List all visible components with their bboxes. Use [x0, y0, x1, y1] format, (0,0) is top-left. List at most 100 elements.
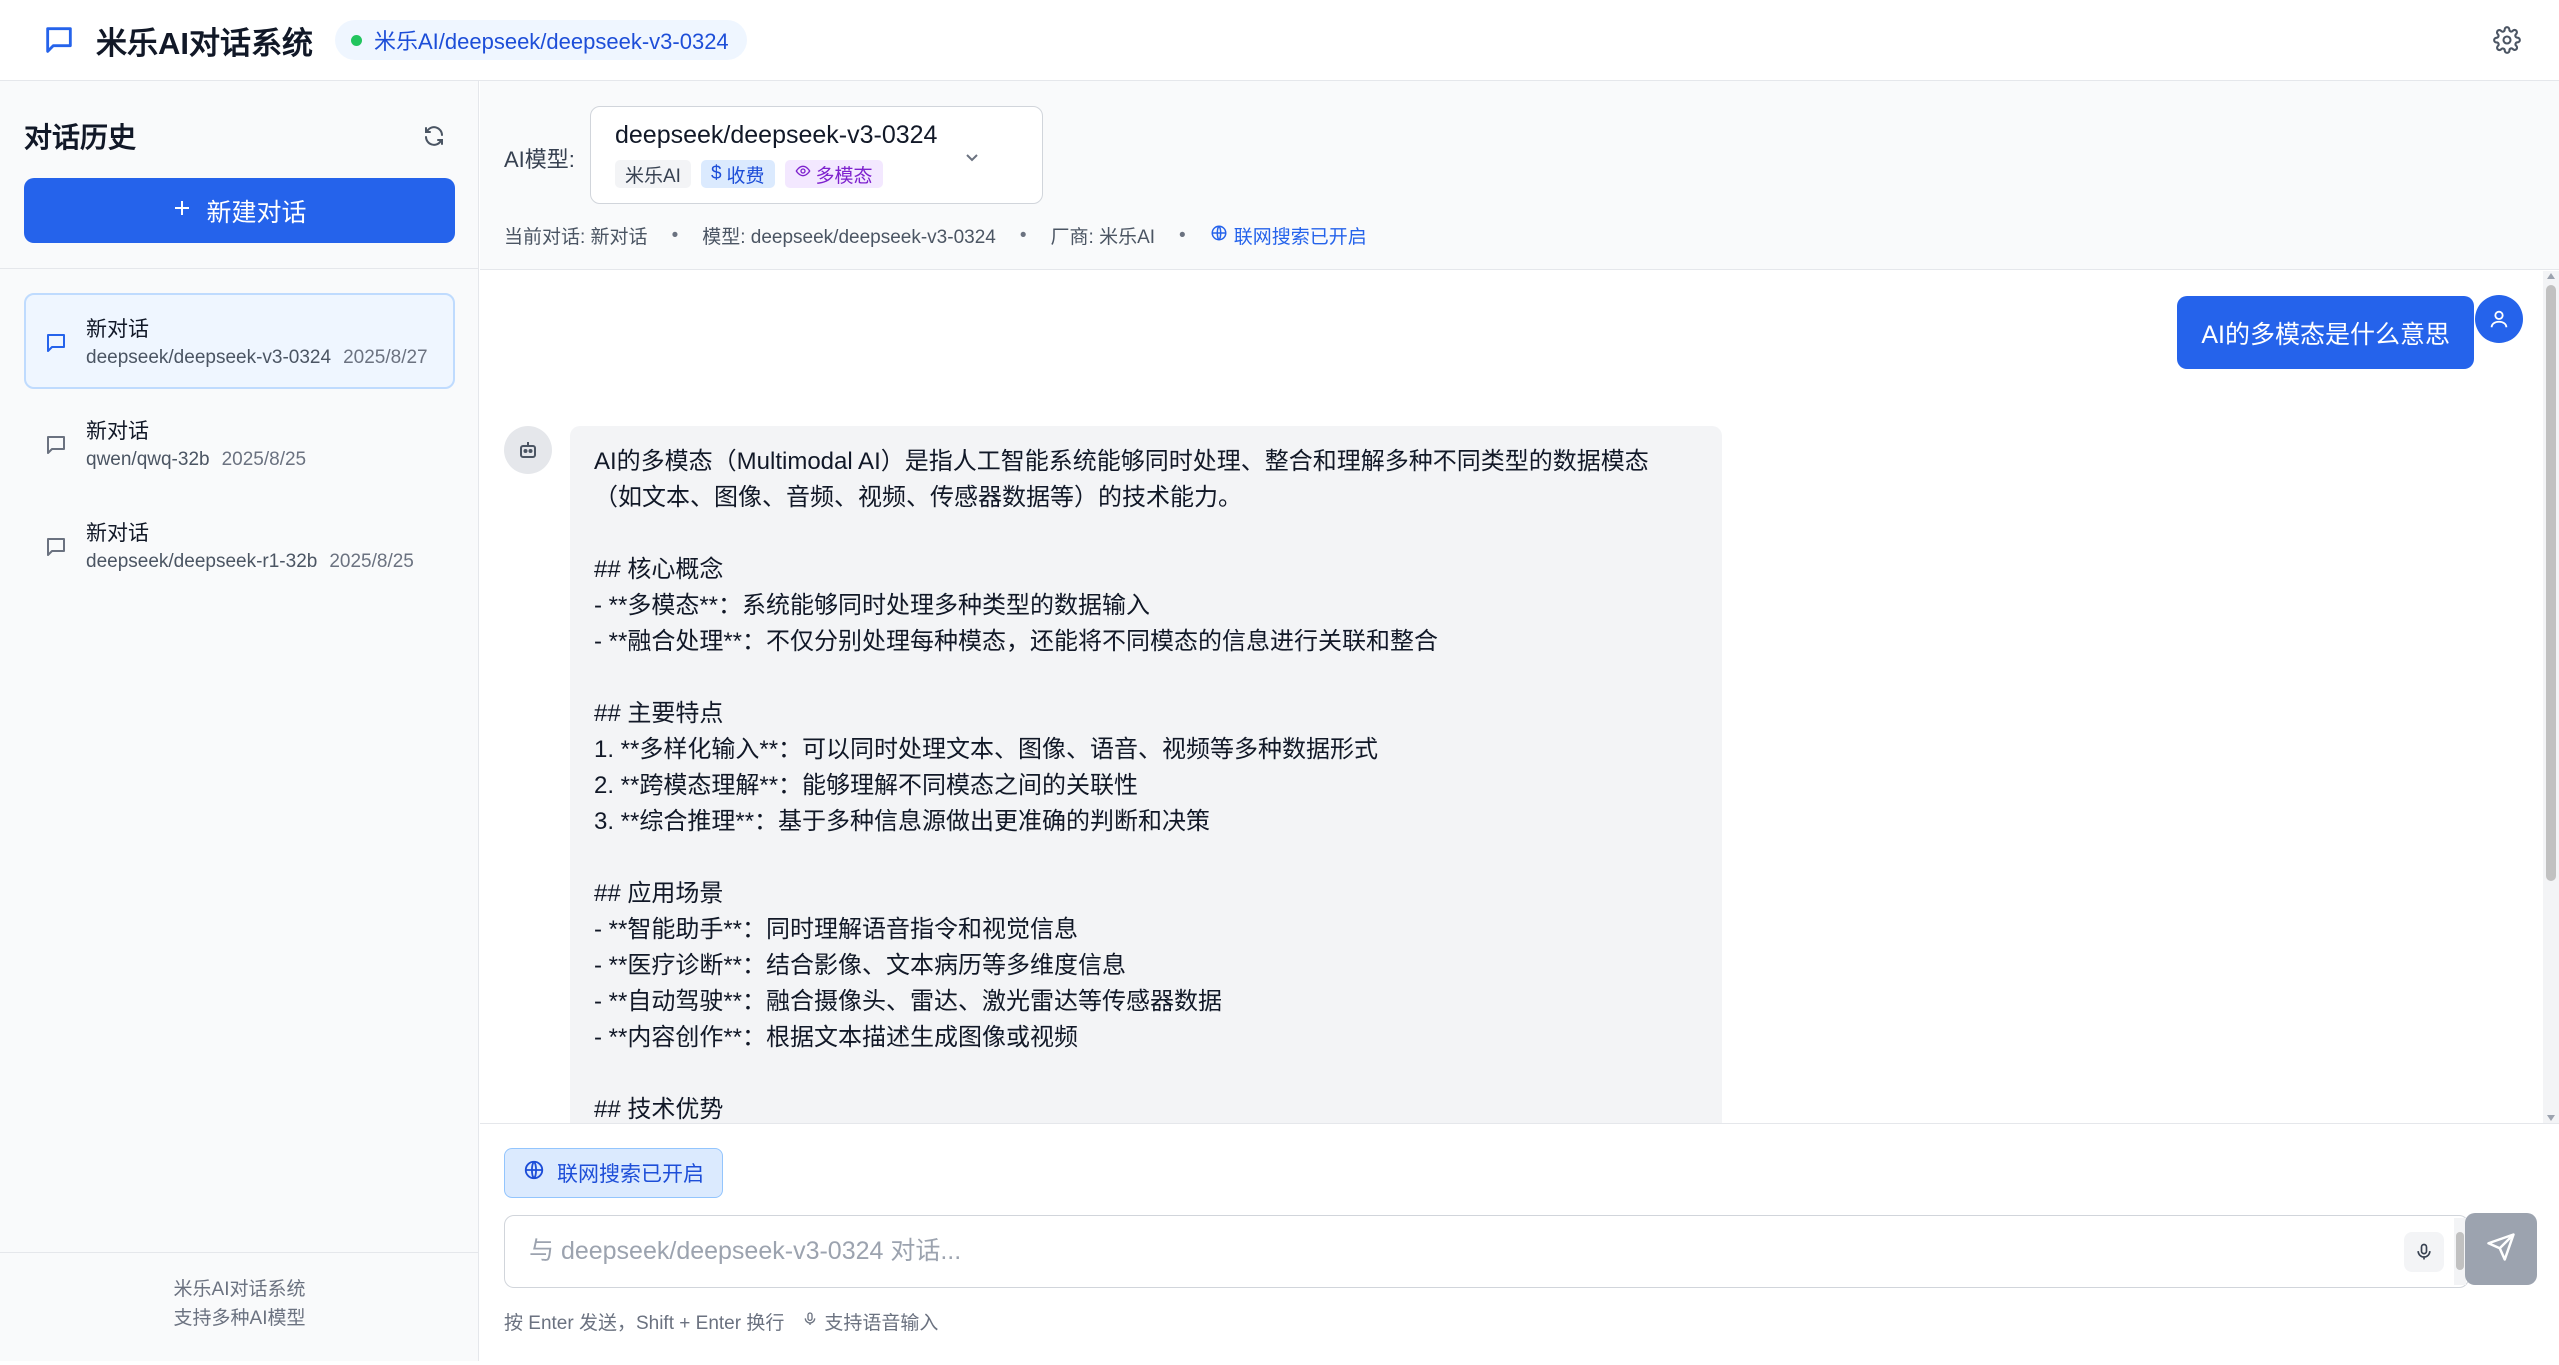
selected-model-name: deepseek/deepseek-v3-0324 [615, 121, 938, 149]
info-separator: • [1019, 224, 1027, 246]
current-model-pill: 米乐AI/deepseek/deepseek-v3-0324 [335, 20, 747, 60]
voice-hint: 支持语音输入 [802, 1308, 938, 1335]
vendor-tag: 米乐AI [615, 160, 691, 188]
message-input[interactable] [505, 1216, 2395, 1287]
assistant-line [594, 1056, 1698, 1092]
conversation-meta: deepseek/deepseek-r1-32b 2025/8/25 [86, 551, 414, 573]
composer: 联网搜索已开启 按 Enter 发送，Shift + Enter 换行 支持语音… [480, 1123, 2559, 1365]
assistant-line: - **多模态**：系统能够同时处理多种类型的数据输入 [594, 592, 1151, 619]
assistant-line: ## 主要特点 [594, 700, 724, 727]
chat-scroll-thumb[interactable] [2546, 285, 2556, 881]
composer-hint: 按 Enter 发送，Shift + Enter 换行 支持语音输入 [504, 1308, 938, 1335]
assistant-line [594, 840, 1698, 876]
model-select[interactable]: deepseek/deepseek-v3-0324 米乐AI $ 收费 多模态 [590, 106, 1043, 204]
conversation-model: deepseek/deepseek-r1-32b [86, 551, 318, 572]
info-separator: • [671, 224, 679, 246]
assistant-line: 3. **综合推理**：基于多种信息源做出更准确的判断和决策 [594, 808, 1211, 835]
conversation-item[interactable]: 新对话 qwen/qwq-32b 2025/8/25 [24, 395, 455, 491]
web-search-toggle-label: 联网搜索已开启 [557, 1163, 704, 1186]
conversation-date: 2025/8/25 [329, 551, 414, 572]
assistant-line: ## 核心概念 [594, 556, 724, 583]
dollar-icon: $ [710, 163, 722, 184]
model-tags: 米乐AI $ 收费 多模态 [615, 160, 883, 188]
assistant-message-bubble: AI的多模态（Multimodal AI）是指人工智能系统能够同时处理、整合和理… [570, 426, 1722, 1123]
assistant-line: AI的多模态（Multimodal AI）是指人工智能系统能够同时处理、整合和理… [594, 448, 1649, 475]
chat-messages[interactable]: AI的多模态是什么意思 AI的多模态（Multimodal AI）是指人工智能系… [480, 271, 2559, 1123]
new-chat-button[interactable]: 新建对话 [24, 178, 455, 243]
conversation-meta: deepseek/deepseek-v3-0324 2025/8/27 [86, 347, 428, 369]
conversation-list: 新对话 deepseek/deepseek-v3-0324 2025/8/27 新… [24, 293, 455, 599]
conversation-item[interactable]: 新对话 deepseek/deepseek-r1-32b 2025/8/25 [24, 497, 455, 593]
conversation-model: deepseek/deepseek-v3-0324 [86, 347, 332, 368]
sidebar-divider [0, 268, 479, 269]
user-avatar-icon [2475, 295, 2523, 343]
scroll-up-arrow[interactable] [2547, 273, 2555, 279]
info-model: 模型: deepseek/deepseek-v3-0324 [702, 227, 996, 248]
bot-avatar-icon [504, 426, 552, 474]
sidebar-footer: 米乐AI对话系统 支持多种AI模型 [0, 1252, 479, 1361]
globe-icon [523, 1159, 545, 1187]
conversation-meta: qwen/qwq-32b 2025/8/25 [86, 449, 306, 471]
info-vendor: 厂商: 米乐AI [1050, 227, 1156, 248]
assistant-line: 1. **多样化输入**：可以同时处理文本、图像、语音、视频等多种数据形式 [594, 736, 1379, 763]
sidebar-header: 对话历史 [24, 111, 454, 161]
assistant-line: ## 应用场景 [594, 880, 724, 907]
input-scroll-thumb[interactable] [2456, 1232, 2464, 1270]
send-button[interactable] [2465, 1213, 2537, 1285]
info-separator: • [1179, 224, 1186, 246]
app-title: 米乐AI对话系统 [96, 25, 313, 61]
eye-icon [795, 163, 811, 185]
main-panel: AI模型: deepseek/deepseek-v3-0324 米乐AI $ 收… [480, 81, 2559, 1365]
message-icon [44, 331, 70, 357]
conversation-info-line: 当前对话: 新对话 • 模型: deepseek/deepseek-v3-032… [504, 222, 1367, 249]
model-bar: AI模型: deepseek/deepseek-v3-0324 米乐AI $ 收… [480, 81, 2559, 270]
assistant-line: 2. **跨模态理解**：能够理解不同模态之间的关联性 [594, 772, 1139, 799]
assistant-line: - **自动驾驶**：融合摄像头、雷达、激光雷达等传感器数据 [594, 988, 1223, 1015]
chevron-down-icon [962, 147, 982, 167]
multimodal-tag-label: 多模态 [815, 165, 873, 187]
chat-bubble-icon [40, 21, 78, 59]
info-current-chat: 当前对话: 新对话 [504, 227, 648, 248]
footer-app-name: 米乐AI对话系统 [173, 1279, 306, 1300]
current-model-text: 米乐AI/deepseek/deepseek-v3-0324 [374, 29, 729, 54]
paid-tag: $ 收费 [700, 160, 775, 188]
assistant-line: - **融合处理**：不仅分别处理每种模态，还能将不同模态的信息进行关联和整合 [594, 628, 1439, 655]
conversation-date: 2025/8/25 [221, 449, 307, 470]
sidebar: 对话历史 新建对话 新对话 deepseek/deepseek-v3-0324 2… [0, 81, 479, 1361]
refresh-icon[interactable] [414, 116, 454, 156]
footer-tagline: 支持多种AI模型 [173, 1308, 306, 1329]
conversation-title: 新对话 [86, 522, 149, 545]
microphone-icon[interactable] [2404, 1232, 2444, 1272]
globe-icon [1210, 224, 1228, 248]
assistant-line: （如文本、图像、音频、视频、传感器数据等）的技术能力。 [594, 484, 1242, 511]
new-chat-label: 新建对话 [206, 198, 307, 227]
assistant-line: - **智能助手**：同时理解语音指令和视觉信息 [594, 916, 1079, 943]
gear-icon[interactable] [2487, 20, 2527, 60]
microphone-small-icon [802, 1311, 818, 1333]
conversation-title: 新对话 [86, 420, 149, 443]
message-icon [44, 433, 70, 459]
conversation-item-active[interactable]: 新对话 deepseek/deepseek-v3-0324 2025/8/27 [24, 293, 455, 389]
user-message-bubble: AI的多模态是什么意思 [2177, 296, 2474, 369]
info-search-text: 联网搜索已开启 [1233, 227, 1367, 248]
assistant-line: ## 技术优势 [594, 1096, 724, 1123]
top-bar: 米乐AI对话系统 米乐AI/deepseek/deepseek-v3-0324 [0, 0, 2559, 81]
sidebar-title: 对话历史 [24, 122, 137, 153]
voice-hint-text: 支持语音输入 [824, 1313, 939, 1334]
conversation-model: qwen/qwq-32b [86, 449, 210, 470]
paid-tag-label: 收费 [726, 165, 765, 187]
info-search-status: 联网搜索已开启 [1210, 222, 1367, 249]
plus-icon [172, 196, 192, 225]
model-label: AI模型: [504, 147, 575, 172]
user-message: AI的多模态是什么意思 [2177, 296, 2474, 369]
conversation-date: 2025/8/27 [343, 347, 428, 368]
web-search-toggle[interactable]: 联网搜索已开启 [504, 1148, 723, 1198]
scroll-down-arrow[interactable] [2547, 1115, 2555, 1121]
send-hint: 按 Enter 发送，Shift + Enter 换行 [504, 1313, 785, 1334]
assistant-line [594, 660, 1698, 696]
send-icon [2486, 1232, 2516, 1267]
status-dot [351, 34, 362, 46]
assistant-line: - **医疗诊断**：结合影像、文本病历等多维度信息 [594, 952, 1127, 979]
assistant-line: - **内容创作**：根据文本描述生成图像或视频 [594, 1024, 1079, 1051]
chat-scrollbar[interactable] [2543, 271, 2559, 1123]
